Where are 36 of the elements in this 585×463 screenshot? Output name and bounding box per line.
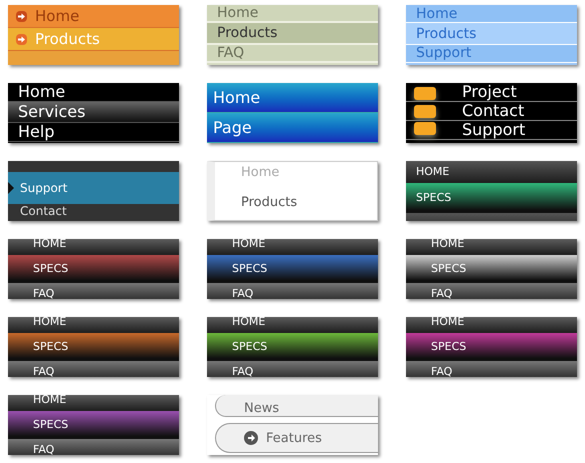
menu-item[interactable]: News xyxy=(215,395,378,417)
menu-item[interactable]: FAQ xyxy=(8,439,179,455)
menu-item[interactable]: Home xyxy=(207,83,378,113)
menu-item[interactable]: SPECS xyxy=(8,411,179,439)
tab-icon xyxy=(414,122,436,135)
menu-item[interactable]: FAQ xyxy=(8,283,179,299)
menu-item[interactable]: Features xyxy=(215,423,378,453)
menu-item[interactable]: FAQ xyxy=(406,283,577,299)
menu-item[interactable]: FAQ xyxy=(8,361,179,377)
menu-item[interactable]: FAQ xyxy=(207,361,378,377)
tab-icon xyxy=(414,87,436,100)
menu-item[interactable]: HOME xyxy=(406,161,577,183)
pointer-icon xyxy=(8,182,14,194)
arrow-icon xyxy=(16,34,27,44)
arrow-icon xyxy=(16,10,27,22)
menu-item[interactable]: SPECS xyxy=(8,333,179,361)
tab-icon xyxy=(414,104,436,118)
menu-item[interactable]: SPECS xyxy=(207,333,378,361)
menu-item[interactable]: Project xyxy=(406,83,577,102)
menu-item[interactable]: Contact xyxy=(406,102,577,121)
menu-item[interactable]: FAQ xyxy=(406,361,577,377)
menu-item[interactable]: SPECS xyxy=(406,333,577,361)
menu-item[interactable]: Support xyxy=(8,172,179,204)
menu-item[interactable]: FAQ xyxy=(207,283,378,299)
menu-item[interactable]: Contact xyxy=(8,204,179,221)
menu-item[interactable]: Services xyxy=(8,102,179,123)
menu-item[interactable]: Products xyxy=(215,188,377,218)
menu-item[interactable]: Page xyxy=(207,113,378,143)
menu-item[interactable]: SPECS xyxy=(8,255,179,283)
menu-item[interactable]: Help xyxy=(8,123,179,142)
menu-item[interactable]: SPECS xyxy=(207,255,378,283)
menu-item[interactable]: Support xyxy=(406,121,577,140)
menu-item[interactable]: Home xyxy=(8,83,179,102)
menu-item[interactable]: SPECS xyxy=(406,255,577,283)
menu-item[interactable]: SPECS xyxy=(406,183,577,213)
menu-item[interactable]: Products xyxy=(207,23,378,45)
